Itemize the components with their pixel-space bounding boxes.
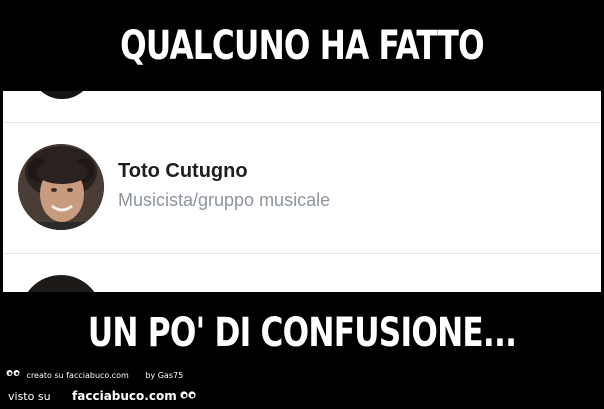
search-results-screenshot: Toto Cutugno Musicista/gruppo musicale xyxy=(3,91,601,292)
eyes-icon xyxy=(6,367,20,383)
profile-name[interactable]: Toto Cutugno xyxy=(118,160,248,183)
profile-category: Musicista/gruppo musicale xyxy=(118,190,331,210)
author-text: by Gas75 xyxy=(145,370,184,380)
watermark-footer: creato su facciabuco.com by Gas75 visto … xyxy=(0,362,300,409)
top-caption: QUALCUNO HA FATTO xyxy=(120,23,485,69)
avatar-partial-top xyxy=(30,91,94,99)
seen-on-text: visto su xyxy=(8,390,51,403)
watermark-line-seen: visto su facciabuco.com xyxy=(8,387,196,405)
eyes-icon xyxy=(180,388,196,406)
profile-photo-image xyxy=(18,144,104,230)
avatar-partial-bottom[interactable] xyxy=(20,275,102,292)
meme-page: QUALCUNO HA FATTO Toto Cutugno Musicista… xyxy=(0,0,604,409)
result-row-profile[interactable]: Toto Cutugno Musicista/gruppo musicale xyxy=(3,123,601,254)
created-on-text: creato su facciabuco.com xyxy=(26,370,129,380)
site-link[interactable]: facciabuco.com xyxy=(72,389,177,403)
result-row-partial-top[interactable] xyxy=(3,91,601,123)
watermark-line-created: creato su facciabuco.com by Gas75 xyxy=(6,367,183,383)
bottom-caption: UN PO' DI CONFUSIONE... xyxy=(87,310,517,356)
profile-avatar[interactable] xyxy=(18,144,104,230)
